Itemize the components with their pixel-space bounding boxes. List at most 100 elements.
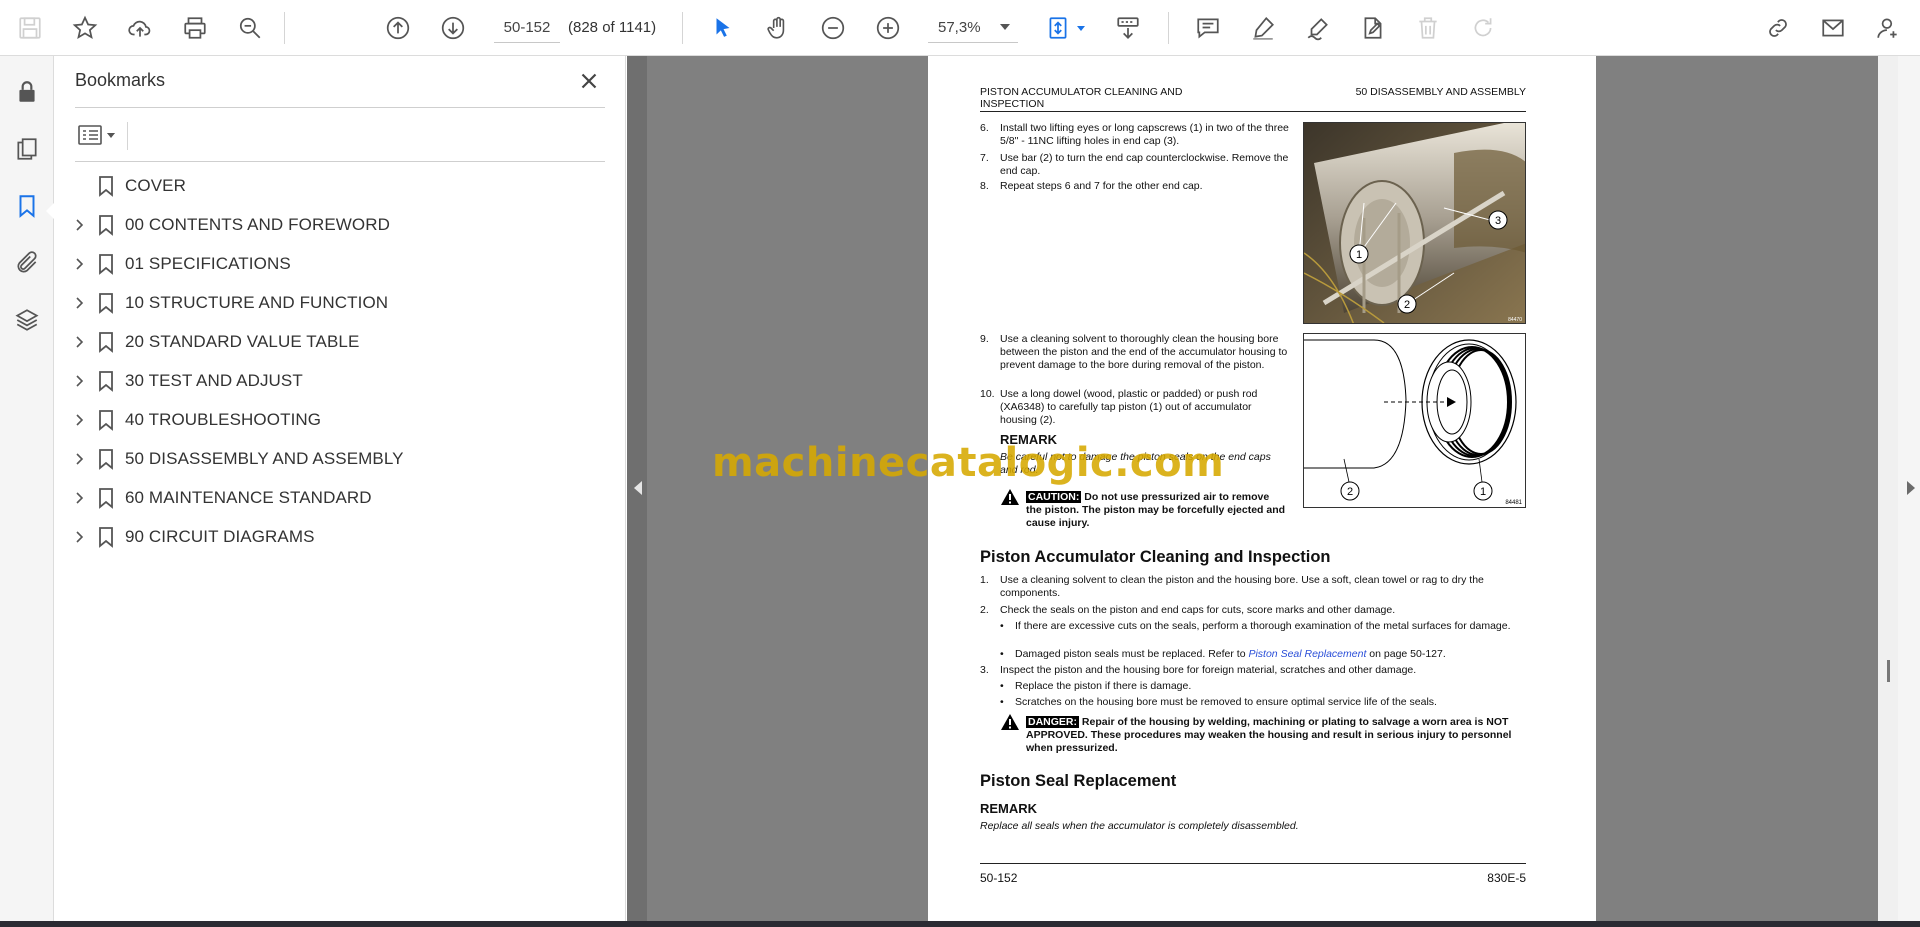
bookmark-icon xyxy=(99,410,113,431)
chevron-right-icon[interactable] xyxy=(73,257,87,271)
section-title-cleaning-inspection: Piston Accumulator Cleaning and Inspecti… xyxy=(980,548,1331,566)
hand-icon[interactable] xyxy=(762,12,794,44)
scrollbar-thumb[interactable] xyxy=(1887,660,1890,682)
sign-icon[interactable] xyxy=(1302,12,1334,44)
page-header-left: PISTON ACCUMULATOR CLEANING AND INSPECTI… xyxy=(980,86,1183,110)
redo-icon[interactable] xyxy=(1467,12,1499,44)
bookmark-label: 20 STANDARD VALUE TABLE xyxy=(125,332,360,351)
fig1-code: 84470 xyxy=(1508,317,1522,323)
chevron-down-icon xyxy=(1000,24,1010,30)
bookmark-icon[interactable] xyxy=(10,189,44,223)
page-number-input[interactable] xyxy=(494,13,560,43)
remark-text-2: Replace all seals when the accumulator i… xyxy=(980,820,1299,832)
bookmark-label: 40 TROUBLESHOOTING xyxy=(125,410,322,429)
active-panel-pointer xyxy=(46,202,55,220)
print-icon[interactable] xyxy=(179,12,211,44)
watermark-text: machinecatalogic.com xyxy=(712,440,1225,486)
chevron-right-icon[interactable] xyxy=(73,218,87,232)
zoom-level-dropdown[interactable]: 57,3% xyxy=(928,13,1018,43)
bookmark-icon xyxy=(99,449,113,470)
fig1-callout-3: 3 xyxy=(1495,215,1501,227)
bookmark-item[interactable]: 10 STRUCTURE AND FUNCTION xyxy=(65,283,605,322)
bookmark-item[interactable]: 40 TROUBLESHOOTING xyxy=(65,400,605,439)
trash-icon[interactable] xyxy=(1412,12,1444,44)
bookmark-item[interactable]: 00 CONTENTS AND FOREWORD xyxy=(65,205,605,244)
fig2-code: 84481 xyxy=(1505,500,1522,506)
bookmark-icon xyxy=(99,527,113,548)
comment-icon[interactable] xyxy=(1192,12,1224,44)
attachment-icon[interactable] xyxy=(10,246,44,280)
main-toolbar: (828 of 1141) 57,3% xyxy=(0,0,1920,56)
bookmark-item[interactable]: 30 TEST AND ADJUST xyxy=(65,361,605,400)
bookmark-options-button[interactable] xyxy=(75,120,123,150)
bookmark-label: 00 CONTENTS AND FOREWORD xyxy=(125,215,390,234)
account-icon[interactable] xyxy=(1872,12,1904,44)
chevron-right-icon[interactable] xyxy=(73,491,87,505)
bookmark-item[interactable]: COVER xyxy=(65,166,605,205)
section-title-seal-replacement: Piston Seal Replacement xyxy=(980,772,1177,790)
search-zoom-icon[interactable] xyxy=(234,12,266,44)
bookmark-label: 90 CIRCUIT DIAGRAMS xyxy=(125,527,315,546)
edit-document-icon[interactable] xyxy=(1357,12,1389,44)
danger-notice: DANGER: Repair of the housing by welding… xyxy=(1026,716,1512,754)
arrow-up-icon[interactable] xyxy=(382,12,414,44)
figure-piston-removal: 2 1 84481 xyxy=(1303,333,1526,508)
chevron-right-icon[interactable] xyxy=(73,374,87,388)
save-icon[interactable] xyxy=(14,12,46,44)
bookmark-icon xyxy=(99,176,113,197)
chevron-right-icon[interactable] xyxy=(73,296,87,310)
pdf-page: PISTON ACCUMULATOR CLEANING AND INSPECTI… xyxy=(928,56,1596,921)
mail-icon[interactable] xyxy=(1817,12,1849,44)
select-cursor-icon[interactable] xyxy=(707,12,739,44)
lock-icon[interactable] xyxy=(10,75,44,109)
share-link-icon[interactable] xyxy=(1762,12,1794,44)
page-count: (828 of 1141) xyxy=(568,19,657,36)
fig2-callout-2: 2 xyxy=(1347,486,1353,498)
bookmark-icon xyxy=(99,215,113,236)
arrow-down-icon[interactable] xyxy=(437,12,469,44)
bookmark-item[interactable]: 50 DISASSEMBLY AND ASSEMBLY xyxy=(65,439,605,478)
bookmark-item[interactable]: 90 CIRCUIT DIAGRAMS xyxy=(65,517,605,556)
bookmark-item[interactable]: 60 MAINTENANCE STANDARD xyxy=(65,478,605,517)
bookmarks-panel: Bookmarks COVER 00 CONTENTS AND FOREWORD 0… xyxy=(55,56,626,921)
bookmark-icon xyxy=(99,293,113,314)
star-icon[interactable] xyxy=(69,12,101,44)
bookmark-label: 60 MAINTENANCE STANDARD xyxy=(125,488,372,507)
upload-icon[interactable] xyxy=(124,12,156,44)
zoom-in-icon[interactable] xyxy=(872,12,904,44)
layers-icon[interactable] xyxy=(10,303,44,337)
vertical-scrollbar[interactable] xyxy=(1878,56,1898,921)
highlight-icon[interactable] xyxy=(1247,12,1279,44)
bookmark-label: 50 DISASSEMBLY AND ASSEMBLY xyxy=(125,449,404,468)
fig1-callout-1: 1 xyxy=(1356,249,1362,261)
expand-right-pane-icon[interactable] xyxy=(1907,481,1915,495)
chevron-right-icon[interactable] xyxy=(73,335,87,349)
chevron-right-icon[interactable] xyxy=(73,413,87,427)
figure-end-cap-removal: 1 2 3 84470 xyxy=(1303,122,1526,324)
fig1-callout-2: 2 xyxy=(1404,299,1410,311)
bookmark-icon xyxy=(99,254,113,275)
zoom-out-icon[interactable] xyxy=(817,12,849,44)
close-icon[interactable] xyxy=(576,68,602,94)
bookmark-label: COVER xyxy=(125,176,186,195)
panel-title: Bookmarks xyxy=(75,70,166,90)
collapse-left-pane-icon[interactable] xyxy=(634,481,642,495)
link-piston-seal-replacement[interactable]: Piston Seal Replacement xyxy=(1248,648,1366,660)
taskbar-strip xyxy=(0,921,1920,927)
chevron-right-icon[interactable] xyxy=(73,452,87,466)
page-footer-left: 50-152 xyxy=(980,871,1018,885)
scroll-mode-icon[interactable] xyxy=(1112,12,1144,44)
bookmark-icon xyxy=(99,488,113,509)
bookmark-item[interactable]: 20 STANDARD VALUE TABLE xyxy=(65,322,605,361)
bookmark-item[interactable]: 01 SPECIFICATIONS xyxy=(65,244,605,283)
fig2-callout-1: 1 xyxy=(1480,486,1486,498)
fit-page-icon[interactable] xyxy=(1042,12,1074,44)
bookmark-label: 10 STRUCTURE AND FUNCTION xyxy=(125,293,389,312)
remark-heading-2: REMARK xyxy=(980,801,1038,816)
chevron-right-icon[interactable] xyxy=(73,530,87,544)
fit-page-caret-icon[interactable] xyxy=(1077,26,1085,31)
page-header-right: 50 DISASSEMBLY AND ASSEMBLY xyxy=(1355,86,1526,98)
danger-triangle-icon xyxy=(1001,714,1019,730)
pages-icon[interactable] xyxy=(10,132,44,166)
warning-triangle-icon xyxy=(1001,489,1019,505)
